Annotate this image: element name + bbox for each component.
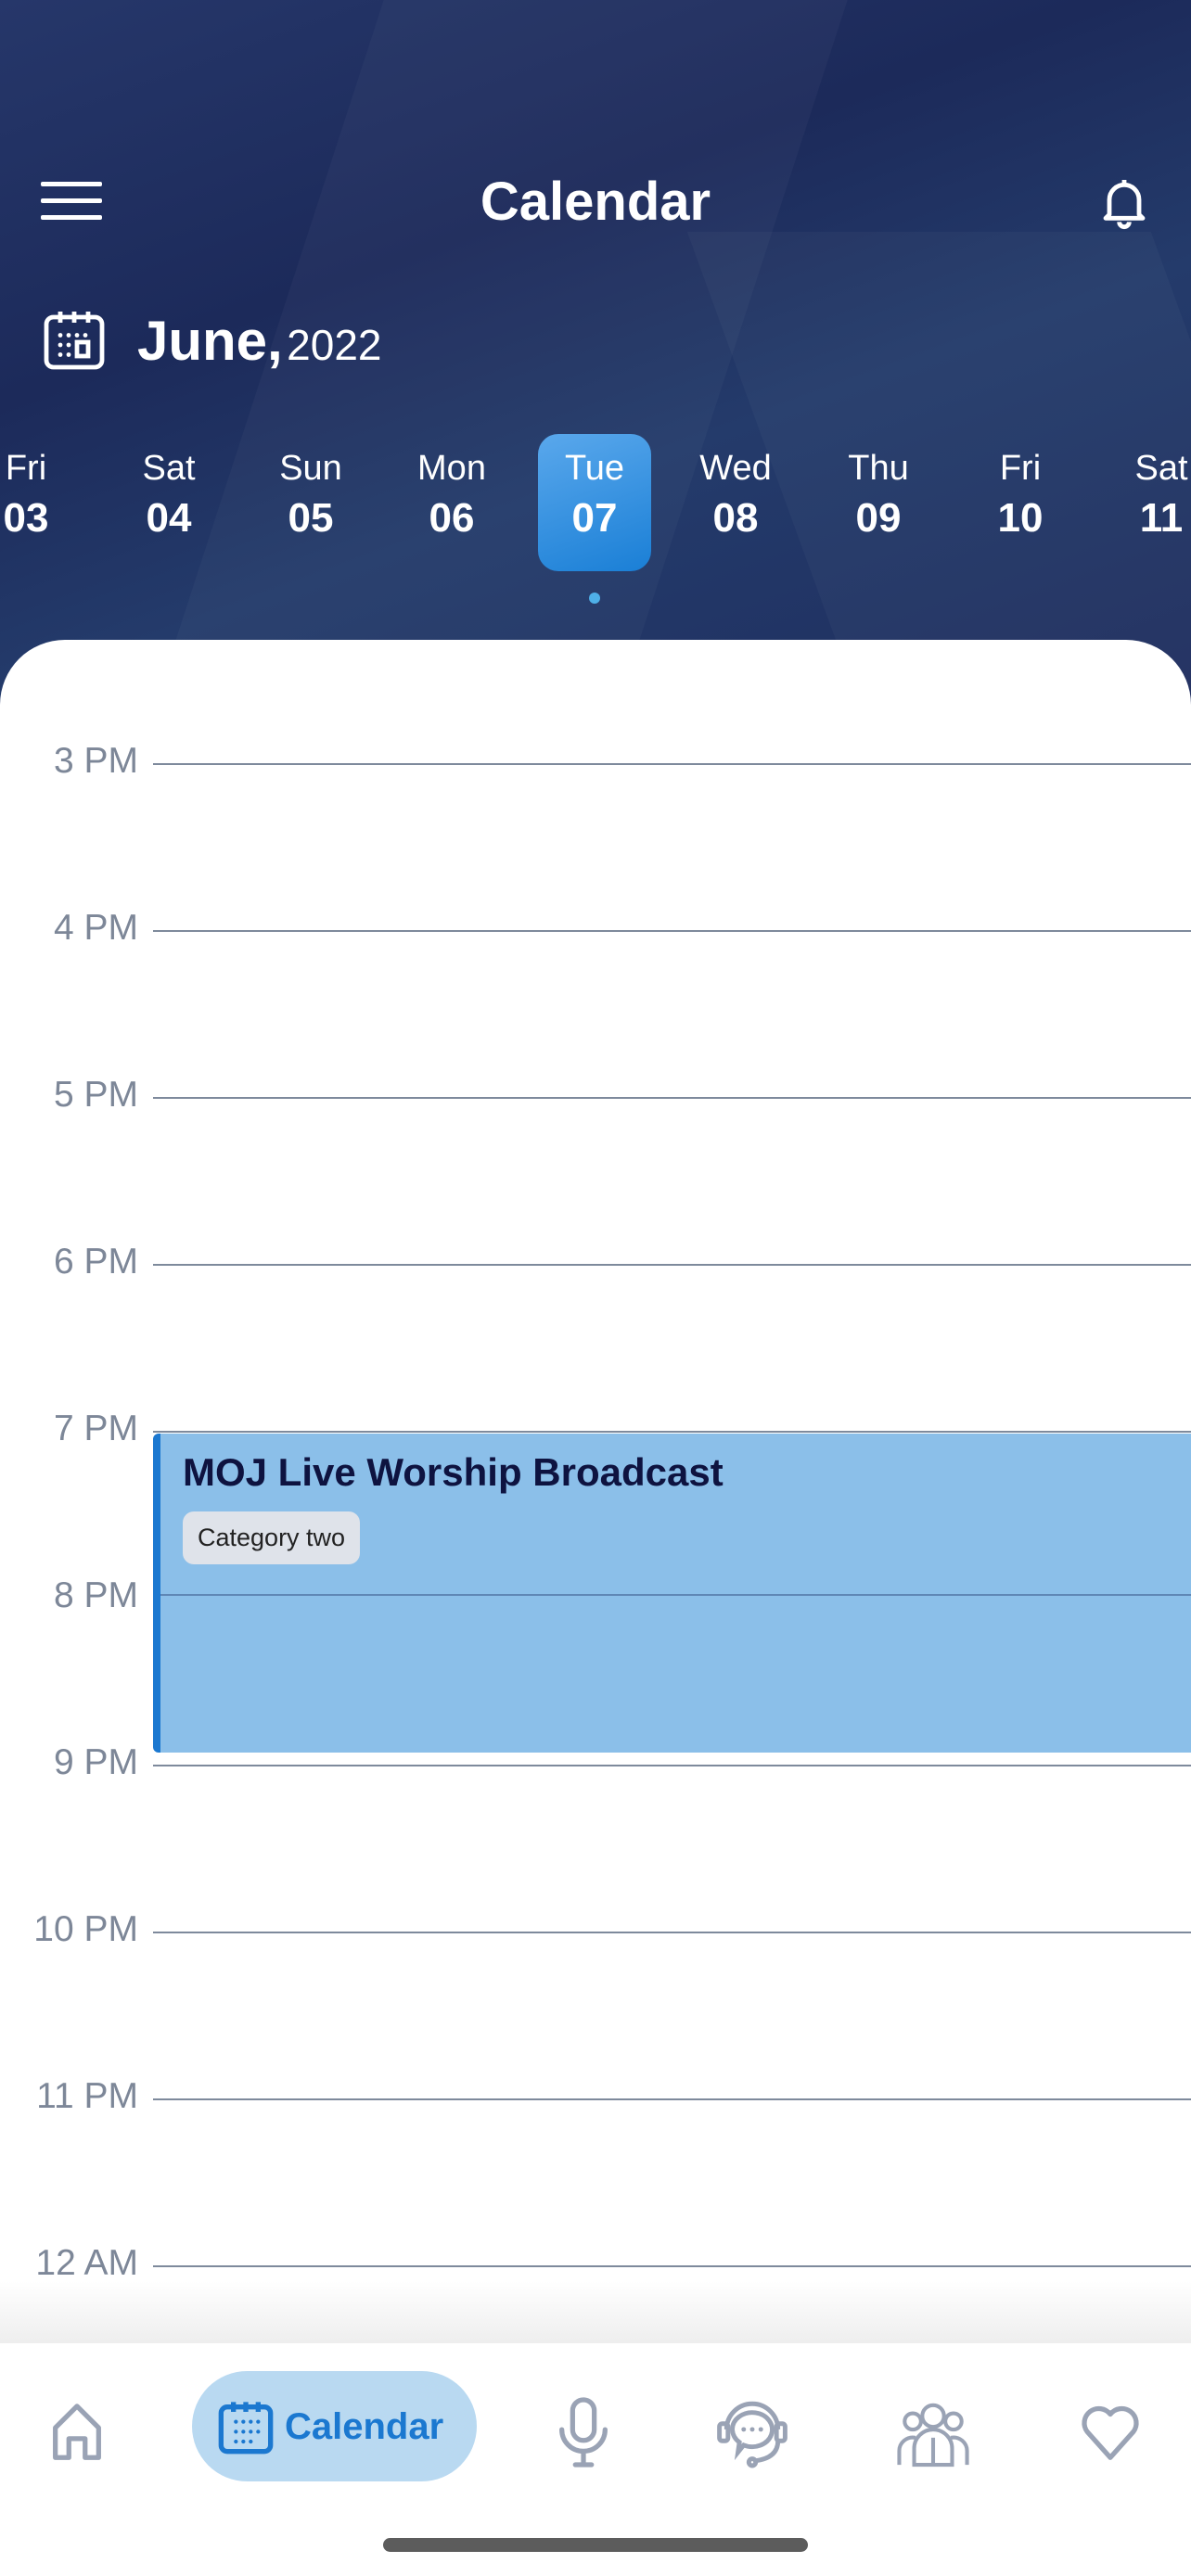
day-date: 07 [571,495,618,541]
hour-line-overlay [160,1594,1191,1596]
hour-line [153,763,1191,765]
day-fri-10[interactable]: Fri 10 [964,434,1077,571]
hour-line [153,2098,1191,2100]
month-year-label[interactable]: June, 2022 [137,304,382,393]
heart-icon[interactable] [1078,2401,1143,2466]
day-name: Sun [279,449,342,488]
hour-line [153,1765,1191,1766]
day-wed-08[interactable]: Wed 08 [679,434,792,571]
category-badge: Category two [183,1511,361,1564]
hour-line [153,1431,1191,1433]
nav-calendar-label: Calendar [285,2406,444,2447]
year-label: 2022 [287,321,382,369]
calendar-icon[interactable] [41,306,108,373]
hour-label: 10 PM [33,1909,138,1949]
day-name: Fri [999,449,1042,488]
day-name: Sat [1134,449,1188,488]
home-icon[interactable] [45,2401,109,2466]
day-date: 04 [146,495,192,541]
hour-label: 9 PM [53,1742,138,1782]
day-name: Mon [417,449,486,488]
nav-calendar-button[interactable]: Calendar [192,2371,477,2481]
day-date: 08 [712,495,759,541]
hour-line [153,1264,1191,1266]
day-sat-04[interactable]: Sat 04 [112,434,225,571]
hour-label: 8 PM [53,1575,138,1615]
day-sun-05[interactable]: Sun 05 [254,434,367,571]
day-date: 09 [855,495,902,541]
day-tue-07[interactable]: Tue 07 [538,434,651,571]
headset-chat-icon[interactable] [714,2395,790,2469]
day-fri-03[interactable]: Fri 03 [0,434,83,571]
day-date: 06 [429,495,475,541]
event-title: MOJ Live Worship Broadcast [183,1450,724,1494]
hour-label: 6 PM [53,1242,138,1282]
day-name: Thu [848,449,909,488]
hour-label: 3 PM [53,741,138,781]
microphone-icon[interactable] [551,2397,616,2468]
hour-label: 7 PM [53,1409,138,1448]
scroll-fade [0,2281,1191,2343]
day-name: Sat [142,449,196,488]
day-name: Wed [699,449,772,488]
day-name: Tue [564,449,625,488]
hour-label: 11 PM [36,2076,138,2116]
day-date: 03 [3,495,49,541]
day-sat-11[interactable]: Sat 11 [1105,434,1191,571]
team-icon[interactable] [894,2397,972,2468]
event-card[interactable]: MOJ Live Worship Broadcast Category two [153,1434,1191,1753]
hour-label: 12 AM [35,2243,138,2283]
home-indicator[interactable] [383,2538,808,2552]
day-date: 10 [997,495,1044,541]
day-date: 11 [1139,495,1184,541]
event-indicator-dot [589,593,600,604]
page-title: Calendar [480,172,711,232]
hour-line [153,1932,1191,1933]
day-thu-09[interactable]: Thu 09 [822,434,935,571]
calendar-icon [218,2402,274,2455]
header: Calendar June, 2022 Fri 03 Sat 04 Sun 05 Mon 06… [0,0,1191,723]
hour-line [153,1097,1191,1099]
month-label: June, [137,310,283,372]
hour-line [153,930,1191,932]
hour-label: 4 PM [53,908,138,948]
bell-icon[interactable] [1095,172,1154,232]
hour-label: 5 PM [53,1075,138,1115]
day-mon-06[interactable]: Mon 06 [395,434,508,571]
day-name: Fri [5,449,47,488]
day-date: 05 [288,495,334,541]
hour-line [153,2265,1191,2267]
